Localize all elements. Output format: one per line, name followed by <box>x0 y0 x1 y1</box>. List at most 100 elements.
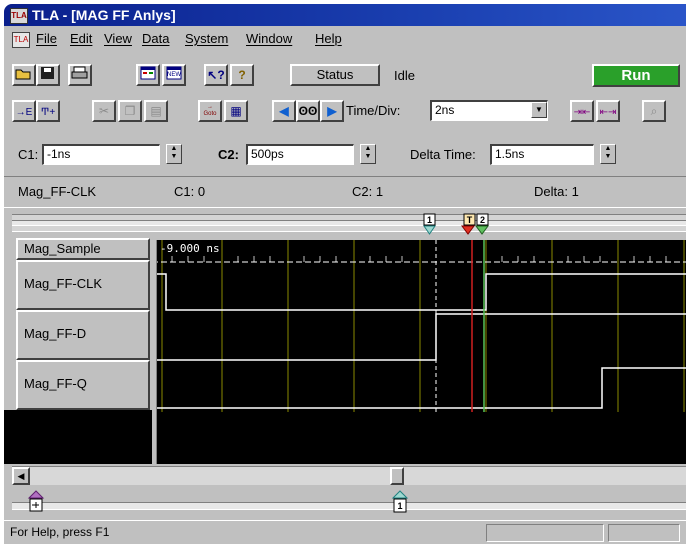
ff-q-trace <box>152 367 686 409</box>
overview-cursor-marker[interactable]: 1 <box>390 490 410 514</box>
help-button[interactable]: ? <box>230 64 254 86</box>
waveform-display[interactable]: -9.000 ns <box>152 240 686 464</box>
zoom-out-time-button[interactable]: ⇤⇥ <box>596 100 620 122</box>
add-channel-button[interactable]: →E <box>12 100 36 122</box>
menu-data[interactable]: Data <box>142 28 169 50</box>
time-ruler[interactable] <box>12 214 686 232</box>
menu-system[interactable]: System <box>185 28 228 50</box>
menu-file[interactable]: File <box>36 28 57 50</box>
binoculars-icon: ʘʘ <box>298 104 318 118</box>
overview-track <box>12 502 686 510</box>
printer-icon <box>71 66 88 79</box>
title-bar[interactable]: TLA TLA - [MAG FF Anlys] <box>4 4 686 26</box>
c1-input[interactable]: -1ns <box>42 144 160 165</box>
acquisition-status: Idle <box>394 68 415 83</box>
arrow-question-icon: ↖? <box>207 68 225 82</box>
open-folder-icon <box>15 69 31 80</box>
main-toolbar: NEW ↖? ? Status Idle Run <box>4 62 686 88</box>
window-layout-button[interactable] <box>136 64 160 86</box>
print-button[interactable] <box>68 64 92 86</box>
horizontal-scrollbar[interactable]: ◀ <box>12 466 686 485</box>
add-waveform-button[interactable]: Ͳ+ <box>36 100 60 122</box>
delta-time-input[interactable]: 1.5ns <box>490 144 594 165</box>
search-back-button[interactable]: ◀ <box>272 100 296 122</box>
status-pane-1 <box>486 524 604 542</box>
magnify-button[interactable]: ⌕ <box>642 100 666 122</box>
copy-icon: ❐ <box>124 104 136 118</box>
arrow-right-icon: ▶ <box>327 104 337 118</box>
channel-label-ff-clk[interactable]: Mag_FF-CLK <box>16 260 150 310</box>
waveform-timestamp: -9.000 ns <box>160 242 220 255</box>
arrow-left-icon: ◀ <box>279 104 289 118</box>
overview-start-marker[interactable] <box>26 490 46 512</box>
readout-c1: C1: 0 <box>174 184 206 199</box>
readout-delta: Delta: 1 <box>534 184 579 199</box>
context-help-button[interactable]: ↖? <box>204 64 228 86</box>
run-button[interactable]: Run <box>592 64 680 87</box>
document-icon[interactable]: TLA <box>12 32 30 48</box>
paste-button[interactable]: ▤ <box>144 100 168 122</box>
new-window-button[interactable]: NEW <box>162 64 186 86</box>
splitter-bar[interactable] <box>152 240 157 464</box>
scroll-left-button[interactable]: ◀ <box>12 467 30 485</box>
cursor-markers[interactable]: 1 T 2 <box>418 212 490 240</box>
status-pane-2 <box>608 524 680 542</box>
menu-edit[interactable]: Edit <box>70 28 92 50</box>
c2-stepper[interactable]: ▲ ▼ <box>360 144 376 164</box>
time-div-select[interactable]: 2ns ▼ <box>430 100 548 121</box>
c2-input[interactable]: 500ps <box>246 144 354 165</box>
waveform-toolbar: →E Ͳ+ ✂ ❐ ▤ → Goto ▦ ◀ ʘʘ ▶ Time/Div: 2ns… <box>4 98 686 124</box>
c1-stepper[interactable]: ▲ ▼ <box>166 144 182 164</box>
compress-waveform-icon: ⇥⇤ <box>573 107 591 118</box>
delta-time-label: Delta Time: <box>410 147 476 162</box>
goto-button[interactable]: → Goto <box>198 100 222 122</box>
channel-label-sample[interactable]: Mag_Sample <box>16 238 150 260</box>
new-icon-label: NEW <box>167 72 181 78</box>
scissors-icon: ✂ <box>98 104 110 118</box>
zoom-in-time-button[interactable]: ⇥⇤ <box>570 100 594 122</box>
waveform-canvas <box>152 240 686 412</box>
ff-d-trace <box>152 313 686 361</box>
ff-clk-trace <box>152 273 686 311</box>
chevron-down-icon[interactable]: ▼ <box>531 102 547 118</box>
search-forward-button[interactable]: ▶ <box>320 100 344 122</box>
status-bar: For Help, press F1 <box>4 520 686 544</box>
scroll-thumb[interactable] <box>390 467 404 485</box>
menu-view[interactable]: View <box>104 28 132 50</box>
help-hint: For Help, press F1 <box>10 525 110 539</box>
menu-help[interactable]: Help <box>315 28 342 50</box>
c1-label: C1: <box>18 147 39 162</box>
grid-lines <box>161 240 685 412</box>
properties-button[interactable]: ▦ <box>224 100 248 122</box>
delta-time-stepper[interactable]: ▲ ▼ <box>600 144 616 164</box>
copy-button[interactable]: ❐ <box>118 100 142 122</box>
readout-signal: Mag_FF-CLK <box>18 184 97 199</box>
overview-ruler[interactable]: 1 <box>12 488 686 516</box>
expand-waveform-icon: ⇤⇥ <box>599 107 617 118</box>
add-signal-icon: Ͳ+ <box>40 107 56 118</box>
goto-icon: → Goto <box>203 104 217 117</box>
menu-window[interactable]: Window <box>246 28 292 50</box>
application-window: TLA TLA - [MAG FF Anlys] TLA File Edit V… <box>4 4 686 544</box>
channel-label-empty <box>4 410 152 464</box>
arrow-left-icon: ◀ <box>17 471 25 481</box>
channel-label-ff-q[interactable]: Mag_FF-Q <box>16 360 150 410</box>
status-button[interactable]: Status <box>290 64 380 86</box>
properties-icon: ▦ <box>230 104 242 118</box>
app-icon[interactable]: TLA <box>10 8 28 24</box>
overview-marker-label: 1 <box>397 501 402 511</box>
readout-c2: C2: 1 <box>352 184 384 199</box>
c2-value: 500ps <box>251 147 284 161</box>
time-div-value: 2ns <box>435 103 455 117</box>
magnifier-icon: ⌕ <box>650 104 658 118</box>
question-icon: ? <box>238 68 246 82</box>
delta-time-value: 1.5ns <box>495 147 525 161</box>
cut-button[interactable]: ✂ <box>92 100 116 122</box>
cursor-bar: C1: -1ns ▲ ▼ C2: 500ps ▲ ▼ Delta Time: 1.5… <box>4 142 686 168</box>
search-button[interactable]: ʘʘ <box>296 100 320 122</box>
save-button[interactable] <box>36 64 60 86</box>
c1-value: -1ns <box>47 147 71 161</box>
paste-icon: ▤ <box>150 104 162 118</box>
channel-label-ff-d[interactable]: Mag_FF-D <box>16 310 150 360</box>
open-button[interactable] <box>12 64 36 86</box>
